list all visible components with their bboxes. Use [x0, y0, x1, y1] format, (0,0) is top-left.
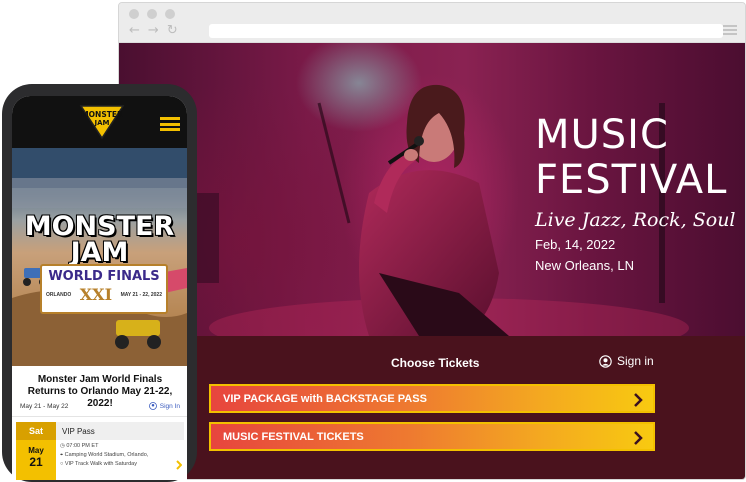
mobile-sign-in-link[interactable]: Sign In [148, 402, 180, 410]
window-dot-icon[interactable] [165, 9, 175, 19]
ticket-row-detail[interactable]: May 21 ◷ 07:00 PM ET ⌖ Camping World Sta… [16, 440, 184, 480]
user-icon [148, 402, 157, 410]
logo-text-1: MONSTER [81, 110, 123, 119]
mobile-header: MONSTER JAM [12, 96, 187, 148]
event-time: 07:00 PM ET [66, 443, 99, 449]
banner-title: MONSTER JAM [12, 213, 187, 268]
chevron-right-icon [634, 431, 643, 445]
chevron-right-icon [176, 460, 182, 470]
ticket-section: Choose Tickets Sign in VIP PACKAGE with … [119, 336, 745, 479]
hero-title-line2: FESTIVAL [535, 157, 728, 203]
chevron-right-icon [634, 393, 643, 407]
world-finals-label: WORLD FINALS [48, 269, 160, 284]
ticket-option-label: VIP PACKAGE with BACKSTAGE PASS [223, 392, 427, 405]
hero-banner: MUSIC FESTIVAL Live Jazz, Rock, Soul Feb… [119, 43, 745, 336]
event-day: Sat [16, 422, 56, 440]
hero-subtitle: Live Jazz, Rock, Soul [535, 209, 736, 231]
window-controls [129, 9, 175, 19]
user-icon [599, 354, 612, 368]
event-date-block: May 21 [16, 440, 56, 480]
hero-text: MUSIC FESTIVAL Live Jazz, Rock, Soul Feb… [535, 112, 736, 274]
browser-window: ← → ↻ MUSIC FESTIVAL Live Jazz, Rock, So… [118, 2, 746, 480]
event-time-row: ◷ 07:00 PM ET [60, 442, 180, 451]
event-perk: VIP Track Walk with Saturday [64, 461, 137, 467]
reload-icon[interactable]: ↻ [167, 23, 178, 39]
pass-name: VIP Pass [56, 422, 184, 440]
choose-tickets-heading: Choose Tickets [391, 356, 480, 370]
nav-controls: ← → ↻ [129, 23, 178, 39]
sign-in-label: Sign in [617, 354, 654, 368]
event-venue-row: ⌖ Camping World Stadium, Orlando, [60, 451, 180, 460]
hero-title-line1: MUSIC [535, 112, 669, 158]
event-perk-row: ○ VIP Track Walk with Saturday [60, 460, 180, 469]
festival-tickets-button[interactable]: MUSIC FESTIVAL TICKETS [209, 422, 655, 451]
address-bar[interactable] [209, 24, 723, 38]
forward-arrow-icon[interactable]: → [148, 23, 159, 39]
window-dot-icon[interactable] [129, 9, 139, 19]
divider [12, 416, 187, 417]
event-daynum: 21 [29, 455, 43, 469]
hamburger-menu-icon[interactable] [160, 117, 180, 131]
world-finals-row: ORLANDO XXI MAY 21 - 22, 2022 [42, 285, 166, 304]
mobile-sign-in-label: Sign In [159, 402, 180, 410]
event-meta: May 21 - May 22 Sign In [20, 402, 180, 410]
logo-text-2: JAM [94, 119, 110, 127]
world-finals-badge: WORLD FINALS ORLANDO XXI MAY 21 - 22, 20… [40, 264, 168, 314]
browser-chrome: ← → ↻ [119, 3, 745, 43]
monster-jam-logo[interactable]: MONSTER JAM [79, 104, 125, 140]
event-venue: Camping World Stadium, Orlando, [64, 452, 149, 458]
event-month: May [28, 446, 44, 455]
banner-title-line2: JAM [70, 237, 129, 268]
banner-city: ORLANDO [46, 291, 72, 298]
browser-menu-icon[interactable] [723, 25, 737, 35]
ticket-option-label: MUSIC FESTIVAL TICKETS [223, 430, 364, 443]
phone-device: MONSTER JAM MONSTER JAM WORLD FINALS ORL… [2, 84, 197, 482]
vip-package-ticket-button[interactable]: VIP PACKAGE with BACKSTAGE PASS [209, 384, 655, 413]
ticket-row-header[interactable]: Sat VIP Pass [16, 422, 184, 440]
phone-screen: MONSTER JAM MONSTER JAM WORLD FINALS ORL… [12, 96, 187, 480]
back-arrow-icon[interactable]: ← [129, 23, 140, 39]
event-banner: MONSTER JAM WORLD FINALS ORLANDO XXI MAY… [12, 148, 187, 366]
event-date: Feb, 14, 2022 [535, 237, 616, 252]
window-dot-icon[interactable] [147, 9, 157, 19]
sign-in-link[interactable]: Sign in [599, 354, 654, 368]
event-ticket-list: Sat VIP Pass May 21 ◷ 07:00 PM ET ⌖ Camp… [16, 422, 184, 480]
banner-dates: MAY 21 - 22, 2022 [120, 291, 162, 298]
event-details: ◷ 07:00 PM ET ⌖ Camping World Stadium, O… [56, 440, 184, 480]
event-date-range: May 21 - May 22 [20, 402, 69, 410]
event-location: New Orleans, LN [535, 258, 634, 273]
banner-numeral: XXI [79, 285, 113, 304]
mockup-stage: ← → ↻ MUSIC FESTIVAL Live Jazz, Rock, So… [0, 0, 746, 482]
